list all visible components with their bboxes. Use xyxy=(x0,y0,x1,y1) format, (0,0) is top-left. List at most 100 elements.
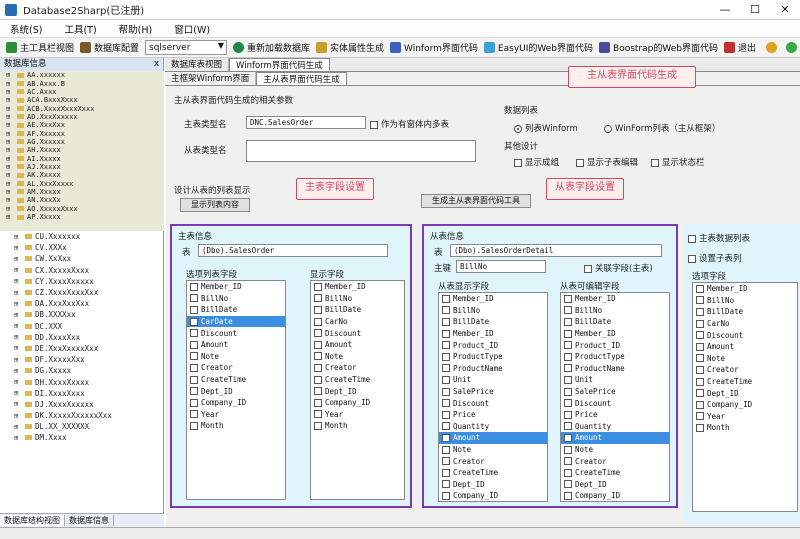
checkbox[interactable] xyxy=(314,317,322,326)
expand-icon[interactable]: ⊞ xyxy=(14,311,21,319)
list-item[interactable]: Creator xyxy=(439,455,547,467)
list-item[interactable]: Company_ID xyxy=(561,490,669,502)
bootstrap-code-button[interactable]: Boostrap的Web界面代码 xyxy=(599,41,718,54)
radio-winform-frame[interactable]: WinForm列表（主从框架） xyxy=(604,122,720,134)
checkbox[interactable] xyxy=(696,389,704,398)
checkbox[interactable] xyxy=(564,457,572,466)
checkbox[interactable] xyxy=(442,317,450,326)
expand-icon[interactable]: ⊞ xyxy=(14,266,21,274)
checkbox[interactable] xyxy=(696,365,704,374)
list-item[interactable]: Company_ID xyxy=(693,399,797,411)
expand-icon[interactable]: ⊞ xyxy=(14,300,21,308)
list-item[interactable]: Member_ID xyxy=(187,281,285,293)
checkbox[interactable] xyxy=(442,445,450,454)
checkbox[interactable] xyxy=(696,307,704,316)
expand-icon[interactable]: ⊞ xyxy=(6,146,13,154)
tree-node[interactable]: ⊞ CX.XxxxxXxxx xyxy=(0,265,164,276)
list-item[interactable]: Discount xyxy=(561,397,669,409)
expand-icon[interactable]: ⊞ xyxy=(6,213,13,221)
winform-code-button[interactable]: Winform界面代码 xyxy=(390,41,478,54)
tree-node[interactable]: ⊞ DD.XxxxXxx xyxy=(0,332,164,343)
expand-icon[interactable]: ⊞ xyxy=(14,244,21,252)
main-table-input[interactable]: DNC.SalesOrder xyxy=(246,116,366,129)
tree-node[interactable]: ⊞ AO.XxxxxXxxx xyxy=(0,205,164,213)
list-item[interactable]: Dept_ID xyxy=(311,385,404,397)
list-item[interactable]: SalePrice xyxy=(439,386,547,398)
checkbox[interactable] xyxy=(564,317,572,326)
maximize-icon[interactable]: ☐ xyxy=(740,3,770,16)
checkbox[interactable] xyxy=(442,306,450,315)
expand-icon[interactable]: ⊞ xyxy=(6,71,13,79)
checkbox[interactable] xyxy=(696,342,704,351)
menu-tools[interactable]: 工具(T) xyxy=(64,22,96,36)
tree-node[interactable]: ⊞ ACB.XxxxXxxxXxxx xyxy=(0,104,164,113)
checkbox[interactable] xyxy=(190,305,198,314)
checkbox[interactable] xyxy=(564,364,572,373)
list-item[interactable]: CreateTime xyxy=(561,467,669,479)
checkbox[interactable] xyxy=(442,457,450,466)
checkbox[interactable] xyxy=(190,317,198,326)
expand-icon[interactable]: ⊞ xyxy=(6,130,13,138)
checkbox[interactable] xyxy=(190,363,198,372)
settings-button[interactable] xyxy=(786,42,800,53)
checkbox[interactable] xyxy=(564,399,572,408)
checkbox[interactable] xyxy=(696,296,704,305)
checkbox[interactable] xyxy=(314,305,322,314)
checkbox[interactable] xyxy=(442,294,450,303)
list-item[interactable]: Discount xyxy=(439,397,547,409)
tree-node[interactable]: ⊞ DI.XxxxXxxx xyxy=(0,388,164,399)
list-item[interactable]: Month xyxy=(693,422,797,434)
tree-node[interactable]: ⊞ DA.XxxXxxXxx xyxy=(0,298,164,309)
list-item[interactable]: Unit xyxy=(439,374,547,386)
checkbox[interactable] xyxy=(442,433,450,442)
expand-icon[interactable]: ⊞ xyxy=(6,96,13,104)
list-item[interactable]: ProductType xyxy=(439,351,547,363)
checkbox[interactable] xyxy=(442,329,450,338)
tree-node[interactable]: ⊞ DK.XxxxxXxxxxxXxx xyxy=(0,410,164,421)
opt-group-checkbox[interactable]: 显示成组 xyxy=(514,156,559,168)
list-item[interactable]: Price xyxy=(439,409,547,421)
tree-node[interactable]: ⊞ DE.XxxXxxxxXxx xyxy=(0,343,164,354)
checkbox[interactable] xyxy=(564,341,572,350)
checkbox[interactable] xyxy=(190,421,198,430)
checkbox[interactable] xyxy=(190,410,198,419)
list-item[interactable]: Dept_ID xyxy=(439,479,547,491)
checkbox[interactable] xyxy=(696,319,704,328)
list-item[interactable]: Discount xyxy=(187,327,285,339)
list-item[interactable]: Member_ID xyxy=(561,293,669,305)
info-button[interactable] xyxy=(766,42,780,53)
tree-node[interactable]: ⊞ DC.XXX xyxy=(0,321,164,332)
list-item[interactable]: Note xyxy=(693,353,797,365)
list-item[interactable]: Price xyxy=(561,409,669,421)
tree-node[interactable]: ⊞ DJ.XxxxXxxxxx xyxy=(0,399,164,410)
checkbox[interactable] xyxy=(190,398,198,407)
tree-node[interactable]: ⊞ DG.Xxxxx xyxy=(0,365,164,376)
list-item[interactable]: BillNo xyxy=(693,295,797,307)
list-item[interactable]: CreateTime xyxy=(311,374,404,386)
expand-icon[interactable]: ⊞ xyxy=(6,205,13,213)
list-item[interactable]: CarNo xyxy=(311,316,404,328)
tree-node[interactable]: ⊞ CV.XXXx xyxy=(0,242,164,253)
list-item[interactable]: ProductName xyxy=(439,363,547,375)
reload-db-button[interactable]: 重新加载数据库 xyxy=(233,41,310,54)
tree-node[interactable]: ⊞ AK.Xxxxx xyxy=(0,171,164,179)
list-item[interactable]: Member_ID xyxy=(561,328,669,340)
list-item[interactable]: Dept_ID xyxy=(561,479,669,491)
list-item[interactable]: BillNo xyxy=(561,305,669,317)
expand-icon[interactable]: ⊞ xyxy=(14,434,21,442)
tree-node[interactable]: ⊞ AE.XxxXxx xyxy=(0,121,164,129)
list-item[interactable]: Note xyxy=(561,444,669,456)
expand-icon[interactable]: ⊞ xyxy=(14,389,21,397)
tab-main-frame[interactable]: 主框架Winform界面 xyxy=(165,72,257,85)
child-form-checkbox[interactable]: 作为有窗体内多表 xyxy=(370,118,449,130)
list-item[interactable]: Creator xyxy=(311,362,404,374)
list-item[interactable]: Creator xyxy=(187,362,285,374)
list-item[interactable]: BillNo xyxy=(311,293,404,305)
list-item[interactable]: BillNo xyxy=(187,293,285,305)
tree-node[interactable]: ⊞ AI.Xxxxx xyxy=(0,154,164,163)
checkbox[interactable] xyxy=(696,400,704,409)
expand-icon[interactable]: ⊞ xyxy=(6,88,13,96)
opt-subedit-checkbox[interactable]: 显示子表编辑 xyxy=(576,156,638,168)
checkbox[interactable] xyxy=(696,354,704,363)
list-item[interactable]: CreateTime xyxy=(187,374,285,386)
